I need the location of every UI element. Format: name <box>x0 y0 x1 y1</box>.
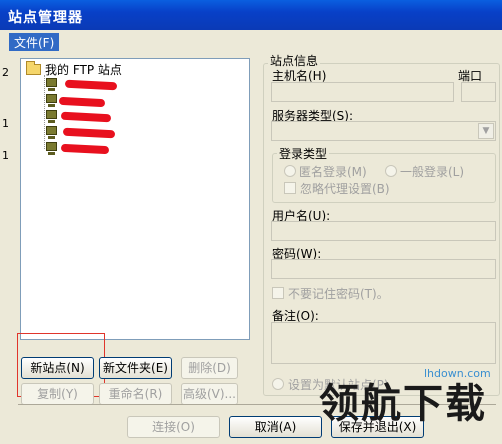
no-remember-password-checkbox[interactable] <box>272 287 284 299</box>
redaction-mark <box>62 127 116 139</box>
server-icon <box>45 94 58 108</box>
background-number: 2 <box>2 66 9 79</box>
redaction-mark <box>58 96 106 108</box>
menu-file[interactable]: 文件(F) <box>9 33 60 51</box>
cancel-button[interactable]: 取消(A) <box>229 416 322 438</box>
folder-icon <box>26 60 41 75</box>
watermark-url: lhdown.com <box>424 367 491 380</box>
watermark-logo: 领航下载 <box>319 381 487 427</box>
normal-login-radio[interactable] <box>385 165 397 177</box>
tree-root-label: 我的 FTP 站点 <box>45 62 122 77</box>
no-remember-password-label: 不要记住密码(T)。 <box>288 287 389 301</box>
rename-button[interactable]: 重命名(R) <box>99 383 172 405</box>
server-icon <box>45 78 58 92</box>
advanced-button[interactable]: 高级(V)... <box>181 383 238 405</box>
server-type-select[interactable]: ▼ <box>271 121 496 141</box>
redaction-mark <box>60 111 112 123</box>
username-input[interactable] <box>271 221 496 241</box>
anonymous-login-radio[interactable] <box>284 165 296 177</box>
normal-login-label: 一般登录(L) <box>400 165 465 179</box>
redaction-mark <box>64 79 118 91</box>
port-input[interactable] <box>461 82 496 102</box>
menu-bar: 文件(F) <box>0 30 502 52</box>
window-title: 站点管理器 <box>0 0 502 30</box>
menu-file-label: 文件(F) <box>14 36 55 50</box>
tree-site[interactable] <box>45 109 62 125</box>
login-type-title: 登录类型 <box>277 145 330 162</box>
server-icon <box>45 110 58 124</box>
background-number: 1 <box>2 117 9 130</box>
tree-site[interactable] <box>45 77 62 93</box>
server-icon <box>45 126 58 140</box>
new-folder-button[interactable]: 新文件夹(E) <box>99 357 172 379</box>
new-site-button[interactable]: 新站点(N) <box>21 357 94 379</box>
host-input[interactable] <box>271 82 454 102</box>
notes-textarea[interactable] <box>271 322 496 364</box>
anonymous-login-label: 匿名登录(M) <box>299 165 367 179</box>
tree-root[interactable]: 我的 FTP 站点 <box>26 60 122 77</box>
site-tree[interactable]: 我的 FTP 站点 <box>20 58 250 340</box>
server-icon <box>45 142 58 156</box>
redaction-mark <box>60 143 110 155</box>
password-input[interactable] <box>271 259 496 279</box>
chevron-down-icon[interactable]: ▼ <box>478 123 494 139</box>
tree-site[interactable] <box>45 125 62 141</box>
connect-button[interactable]: 连接(O) <box>127 416 220 438</box>
default-site-radio[interactable] <box>272 378 284 390</box>
copy-button[interactable]: 复制(Y) <box>21 383 94 405</box>
ignore-proxy-label: 忽略代理设置(B) <box>300 182 390 196</box>
tree-site[interactable] <box>45 141 62 157</box>
background-number: 1 <box>2 149 9 162</box>
delete-button[interactable]: 删除(D) <box>181 357 238 379</box>
ignore-proxy-checkbox[interactable] <box>284 182 296 194</box>
